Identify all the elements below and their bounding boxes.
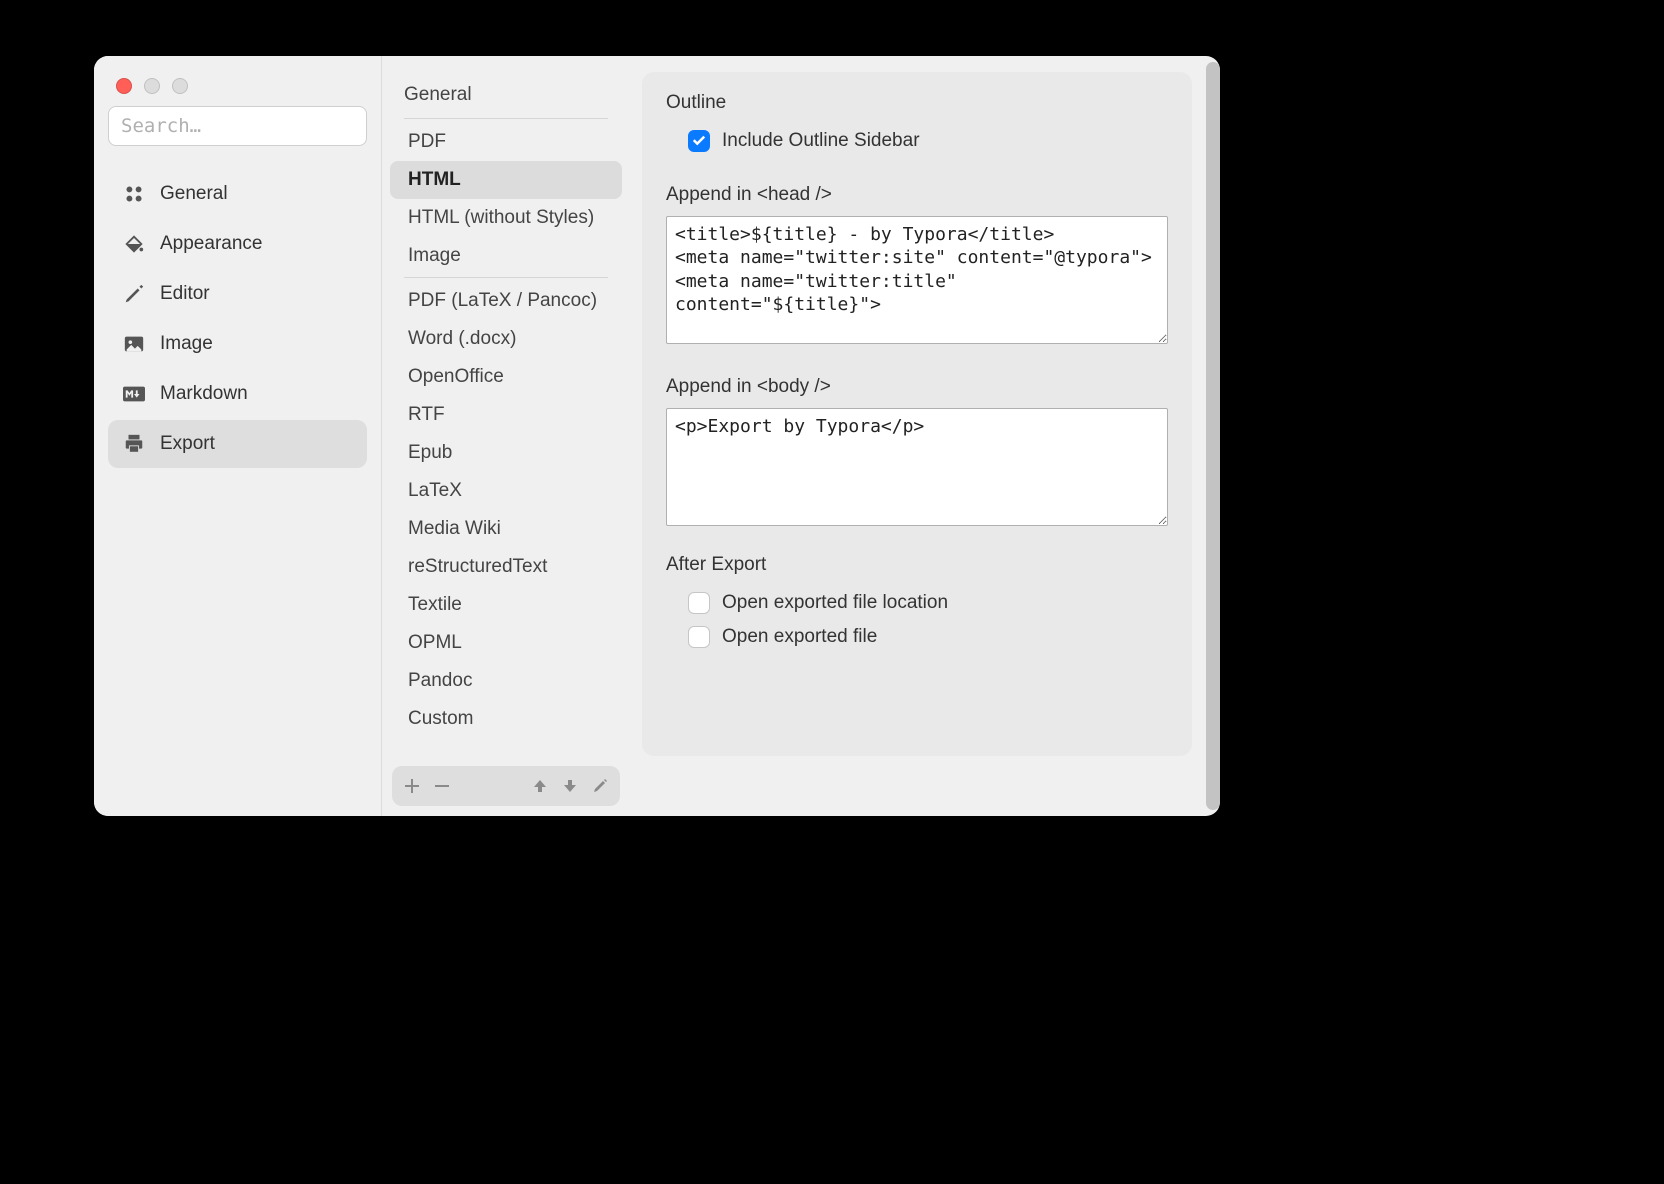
formats-toolbar bbox=[392, 766, 620, 806]
export-formats-column: General PDF HTML HTML (without Styles) I… bbox=[382, 56, 630, 816]
sidebar-item-export[interactable]: Export bbox=[108, 420, 367, 468]
format-item-rtf[interactable]: RTF bbox=[390, 396, 622, 434]
export-formats-list: General PDF HTML HTML (without Styles) I… bbox=[382, 74, 630, 758]
window-scrollbar[interactable] bbox=[1206, 62, 1220, 810]
divider bbox=[404, 118, 608, 119]
paint-bucket-icon bbox=[122, 232, 146, 256]
arrow-up-icon bbox=[532, 778, 548, 794]
export-settings-panel: Outline Include Outline Sidebar Append i… bbox=[642, 72, 1192, 756]
include-outline-checkbox[interactable] bbox=[688, 130, 710, 152]
append-body-textarea[interactable] bbox=[666, 408, 1168, 526]
format-item-opml[interactable]: OPML bbox=[390, 624, 622, 662]
pencil-icon bbox=[122, 282, 146, 306]
remove-format-button[interactable] bbox=[432, 776, 452, 796]
append-head-label: Append in <head /> bbox=[666, 184, 1168, 206]
open-file-row[interactable]: Open exported file bbox=[666, 620, 1168, 654]
format-item-epub[interactable]: Epub bbox=[390, 434, 622, 472]
open-location-label: Open exported file location bbox=[722, 592, 948, 614]
sidebar-item-label: Editor bbox=[160, 283, 210, 305]
sidebar-item-editor[interactable]: Editor bbox=[108, 270, 367, 318]
sidebar-item-markdown[interactable]: Markdown bbox=[108, 370, 367, 418]
export-settings-panel-wrap: Outline Include Outline Sidebar Append i… bbox=[630, 56, 1220, 816]
format-item-textile[interactable]: Textile bbox=[390, 586, 622, 624]
sidebar-item-appearance[interactable]: Appearance bbox=[108, 220, 367, 268]
format-item-html[interactable]: HTML bbox=[390, 161, 622, 199]
zoom-window-button[interactable] bbox=[172, 78, 188, 94]
image-icon bbox=[122, 332, 146, 356]
format-item-html-nostyles[interactable]: HTML (without Styles) bbox=[390, 199, 622, 237]
open-location-checkbox[interactable] bbox=[688, 592, 710, 614]
move-down-button[interactable] bbox=[560, 776, 580, 796]
edit-format-button[interactable] bbox=[590, 776, 610, 796]
divider bbox=[404, 277, 608, 278]
open-file-label: Open exported file bbox=[722, 626, 877, 648]
format-item-restructuredtext[interactable]: reStructuredText bbox=[390, 548, 622, 586]
markdown-icon bbox=[122, 382, 146, 406]
sidebar-item-label: Image bbox=[160, 333, 213, 355]
sidebar-item-label: Appearance bbox=[160, 233, 262, 255]
format-item-pandoc[interactable]: Pandoc bbox=[390, 662, 622, 700]
format-item-mediawiki[interactable]: Media Wiki bbox=[390, 510, 622, 548]
pencil-icon bbox=[592, 778, 608, 794]
sidebar-item-label: General bbox=[160, 183, 228, 205]
sidebar: General Appearance Editor Image bbox=[94, 56, 382, 816]
include-outline-row[interactable]: Include Outline Sidebar bbox=[666, 124, 1168, 158]
format-item-pdf[interactable]: PDF bbox=[390, 123, 622, 161]
open-location-row[interactable]: Open exported file location bbox=[666, 586, 1168, 620]
include-outline-label: Include Outline Sidebar bbox=[722, 130, 920, 152]
format-item-latex[interactable]: LaTeX bbox=[390, 472, 622, 510]
preferences-window: General Appearance Editor Image bbox=[94, 56, 1220, 816]
sidebar-item-label: Export bbox=[160, 433, 215, 455]
check-icon bbox=[692, 134, 706, 148]
formats-section-general: General bbox=[386, 74, 626, 116]
after-export-section-title: After Export bbox=[666, 554, 1168, 576]
window-controls bbox=[116, 78, 188, 94]
minimize-window-button[interactable] bbox=[144, 78, 160, 94]
arrow-down-icon bbox=[562, 778, 578, 794]
outline-section-title: Outline bbox=[666, 92, 1168, 114]
printer-icon bbox=[122, 432, 146, 456]
append-head-textarea[interactable] bbox=[666, 216, 1168, 344]
sidebar-item-label: Markdown bbox=[160, 383, 248, 405]
append-body-label: Append in <body /> bbox=[666, 376, 1168, 398]
sidebar-item-general[interactable]: General bbox=[108, 170, 367, 218]
format-item-openoffice[interactable]: OpenOffice bbox=[390, 358, 622, 396]
minus-icon bbox=[434, 778, 450, 794]
format-item-word[interactable]: Word (.docx) bbox=[390, 320, 622, 358]
plus-icon bbox=[404, 778, 420, 794]
format-item-pdf-latex[interactable]: PDF (LaTeX / Pancoc) bbox=[390, 282, 622, 320]
open-file-checkbox[interactable] bbox=[688, 626, 710, 648]
search-input[interactable] bbox=[108, 106, 367, 146]
add-format-button[interactable] bbox=[402, 776, 422, 796]
move-up-button[interactable] bbox=[530, 776, 550, 796]
grid-icon bbox=[122, 182, 146, 206]
close-window-button[interactable] bbox=[116, 78, 132, 94]
sidebar-item-image[interactable]: Image bbox=[108, 320, 367, 368]
sidebar-nav: General Appearance Editor Image bbox=[108, 170, 367, 468]
format-item-image[interactable]: Image bbox=[390, 237, 622, 275]
format-item-custom[interactable]: Custom bbox=[390, 700, 622, 738]
